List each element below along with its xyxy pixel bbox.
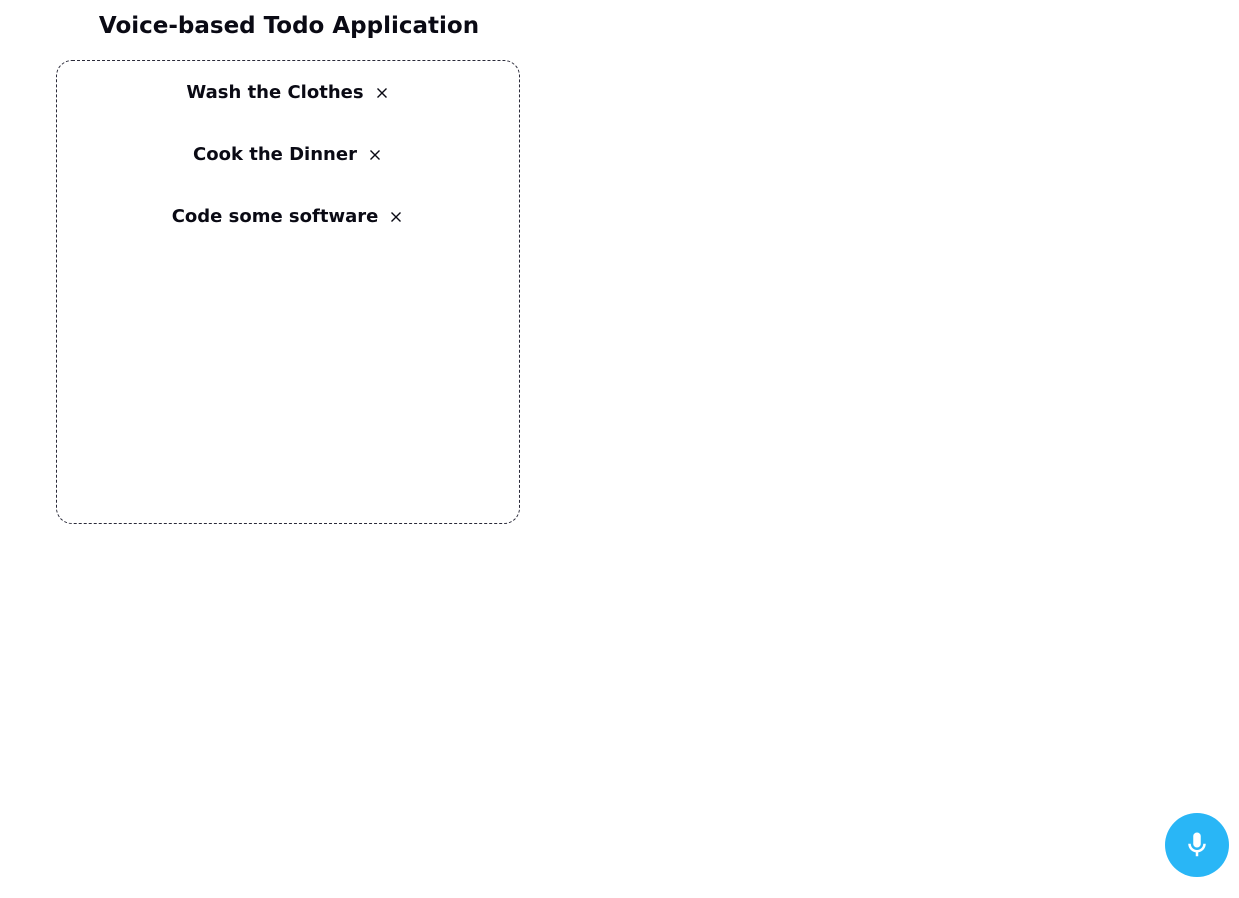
microphone-icon [1188, 832, 1206, 857]
remove-todo-button[interactable] [367, 141, 383, 169]
todo-item-text: Code some software [171, 206, 379, 227]
page-title: Voice-based Todo Application [98, 13, 480, 39]
todo-item-text: Cook the Dinner [193, 144, 357, 165]
remove-todo-button[interactable] [374, 79, 390, 107]
todo-item: Code some software [57, 203, 519, 265]
close-icon [369, 150, 380, 160]
todo-item: Wash the Clothes [57, 79, 519, 141]
todo-list-container: Wash the Clothes Cook the Dinner Code so… [56, 60, 520, 524]
todo-item: Cook the Dinner [57, 141, 519, 203]
close-icon [376, 88, 387, 98]
todo-item-text: Wash the Clothes [186, 82, 364, 103]
close-icon [391, 212, 402, 222]
todo-list: Wash the Clothes Cook the Dinner Code so… [57, 79, 519, 265]
app-root: Voice-based Todo Application Wash the Cl… [0, 0, 1239, 898]
voice-input-button[interactable] [1165, 813, 1229, 877]
remove-todo-button[interactable] [388, 203, 404, 231]
